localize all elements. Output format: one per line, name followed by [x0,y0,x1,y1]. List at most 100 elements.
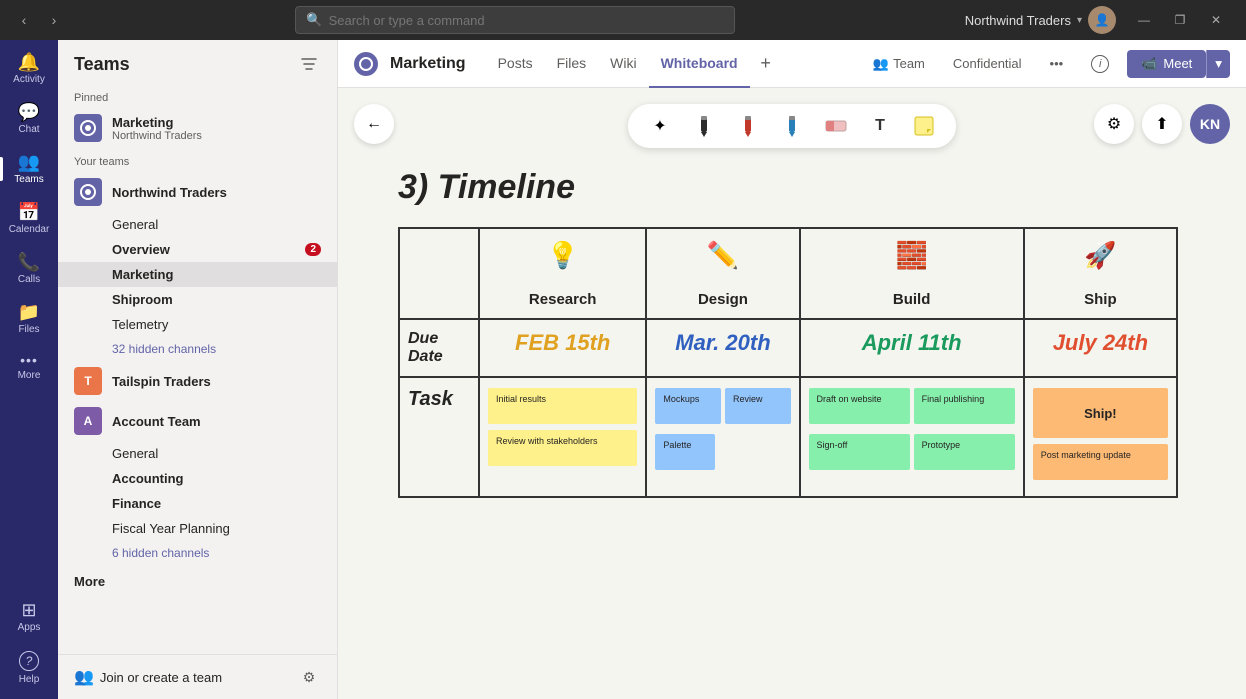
nav-forward-button[interactable]: › [42,8,66,32]
channel-general-northwind[interactable]: General [58,212,337,237]
text-tool[interactable]: T [864,110,896,142]
channel-general-northwind-label: General [112,217,158,232]
task-post-marketing-text: Post marketing update [1041,450,1131,460]
channel-header: Marketing Posts Files Wiki Whiteboard + [338,40,1246,88]
channel-marketing[interactable]: Marketing [58,262,337,287]
pointer-tool[interactable]: ✦ [644,110,676,142]
channel-marketing-label: Marketing [112,267,173,282]
channel-tabs: Posts Files Wiki Whiteboard + [486,40,782,88]
close-button[interactable]: ✕ [1198,6,1234,34]
account-hidden-channels[interactable]: 6 hidden channels [58,541,337,565]
confidential-button[interactable]: Confidential [943,52,1032,75]
timeline-content: 3) Timeline 💡 ✏️ 🧱 [338,88,1246,699]
join-create-team-button[interactable]: 👥 Join or create a team [74,667,222,687]
channel-telemetry[interactable]: Telemetry [58,312,337,337]
sidebar-item-activity[interactable]: 🔔 Activity [0,45,58,93]
left-rail: 🔔 Activity 💬 Chat 👥 Teams 📅 Calendar 📞 C… [0,40,58,699]
tab-files-label: Files [557,55,587,71]
channel-overview[interactable]: Overview 2 [58,237,337,262]
channel-fiscal[interactable]: Fiscal Year Planning [58,516,337,541]
channel-shiproom[interactable]: Shiproom [58,287,337,312]
restore-button[interactable]: ❐ [1162,6,1198,34]
tailspin-traders-team[interactable]: T Tailspin Traders ••• [58,361,337,401]
calendar-label: Calendar [9,224,50,235]
tailspin-name: Tailspin Traders [112,374,294,389]
task-review-stakeholders: Review with stakeholders [488,430,637,466]
research-header: Research [479,281,646,319]
pinned-marketing-item[interactable]: Marketing Northwind Traders [58,108,337,148]
task-palette: Palette [655,434,715,470]
sidebar-item-calls[interactable]: 📞 Calls [0,245,58,293]
task-draft-website: Draft on website [809,388,910,424]
meet-button-group: 📹 Meet ▾ [1127,50,1230,78]
tab-whiteboard[interactable]: Whiteboard [649,40,750,88]
pen-black-icon [694,114,714,138]
account-team[interactable]: A Account Team ••• [58,401,337,441]
northwind-icon-svg [79,183,97,201]
due-apr-cell: April 11th [800,319,1024,377]
apps-icon: ⊞ [21,601,36,619]
channel-accounting[interactable]: Accounting [58,466,337,491]
files-label: Files [18,324,39,335]
sticky-note-tool[interactable] [908,110,940,142]
tab-wiki-label: Wiki [610,55,636,71]
northwind-hidden-channels[interactable]: 32 hidden channels [58,337,337,361]
add-tab-button[interactable]: + [750,40,782,88]
settings-button[interactable]: ⚙ [297,665,321,689]
sidebar-item-help[interactable]: ? Help [0,643,58,693]
sidebar-item-teams[interactable]: 👥 Teams [0,145,58,193]
build-label: Build [893,291,931,308]
sidebar-item-chat[interactable]: 💬 Chat [0,95,58,143]
sidebar-item-files[interactable]: 📁 Files [0,295,58,343]
user-info[interactable]: Northwind Traders ▾ 👤 [965,6,1116,34]
due-date-row: DueDate FEB 15th Mar. 20th April 11th [399,319,1177,377]
sidebar-item-more[interactable]: ••• More [0,345,58,389]
search-bar[interactable]: 🔍 [295,6,735,34]
minimize-button[interactable]: — [1126,6,1162,34]
filter-button[interactable] [297,52,321,76]
task-final-publishing: Final publishing [914,388,1015,424]
window-controls: — ❐ ✕ [1126,6,1234,34]
whiteboard-settings-button[interactable]: ⚙ [1094,104,1134,144]
tab-wiki[interactable]: Wiki [598,40,648,88]
meet-button[interactable]: 📹 Meet [1127,50,1206,78]
task-mockups: Mockups [655,388,721,424]
channel-general-account[interactable]: General [58,441,337,466]
task-prototype: Prototype [914,434,1015,470]
marketing-team-icon [74,114,102,142]
build-header: Build [800,281,1024,319]
search-input[interactable] [329,13,725,28]
video-icon: 📹 [1141,56,1157,72]
research-icon-cell: 💡 [479,228,646,281]
pen-red-tool[interactable] [732,110,764,142]
pen-blue-tool[interactable] [776,110,808,142]
calls-label: Calls [18,274,40,285]
tab-posts[interactable]: Posts [486,40,545,88]
info-button[interactable]: i [1081,51,1119,77]
empty-header-label [399,281,479,319]
help-label: Help [19,674,40,685]
research-icon: 💡 [547,240,579,270]
nav-back-button[interactable]: ‹ [12,8,36,32]
titlebar-left: ‹ › [12,8,66,32]
sidebar-content: Pinned Marketing Northwind Traders Your … [58,84,337,654]
meet-dropdown-button[interactable]: ▾ [1206,50,1230,78]
sidebar-item-apps[interactable]: ⊞ Apps [0,593,58,641]
whiteboard-share-button[interactable]: ⬆ [1142,104,1182,144]
whiteboard-user-button[interactable]: KN [1190,104,1230,144]
eraser-tool[interactable] [820,110,852,142]
team-label-button[interactable]: 👥 Team [863,52,935,76]
timeline-title: 3) Timeline [398,168,1186,207]
channel-finance[interactable]: Finance [58,491,337,516]
more-options-icon: ••• [1050,56,1064,71]
northwind-traders-team[interactable]: Northwind Traders ••• [58,172,337,212]
info-icon: i [1091,55,1109,73]
tab-files[interactable]: Files [545,40,599,88]
pen-black-tool[interactable] [688,110,720,142]
more-options-button[interactable]: ••• [1040,52,1074,75]
build-tasks-inner: Draft on website Final publishing [809,388,1015,430]
chat-label: Chat [18,124,39,135]
team-icon-small: 👥 [873,56,889,72]
sidebar-item-calendar[interactable]: 📅 Calendar [0,195,58,243]
whiteboard-back-button[interactable]: ← [354,104,394,144]
